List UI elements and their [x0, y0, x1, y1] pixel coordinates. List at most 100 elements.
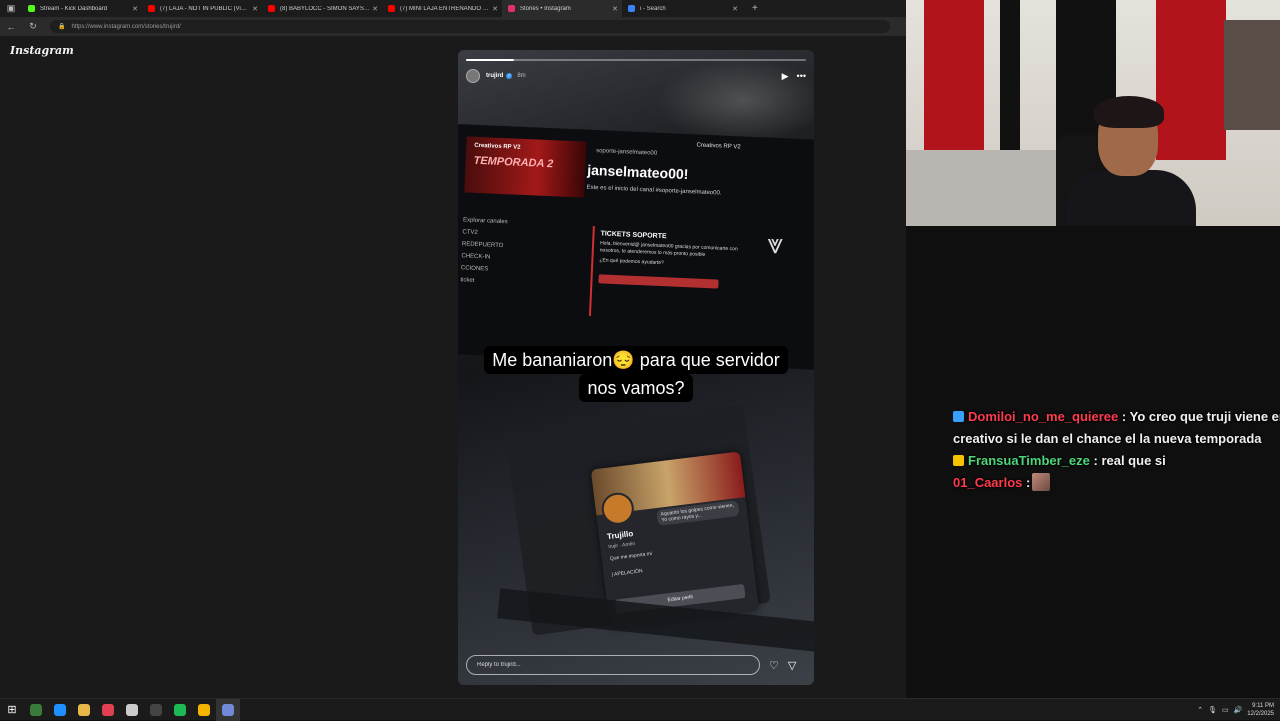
tab-title: (7) LAJA - NOT IN PUBLIC (Video: [160, 5, 250, 12]
browser-tab[interactable]: i - Search ✕: [622, 0, 742, 17]
play-icon[interactable]: ▶: [782, 71, 789, 82]
chevron-up-icon[interactable]: ⌃: [1197, 706, 1203, 714]
terminal-icon[interactable]: [24, 699, 48, 721]
tab-title: i - Search: [640, 5, 666, 12]
photo-ticket-button: [598, 274, 719, 289]
story-reply-bar: ♡ ▽: [466, 655, 806, 675]
photo-profile-bio: Que me importa mi: [609, 550, 653, 563]
caption-line-2: nos vamos?: [579, 374, 693, 402]
kick-icon: [28, 5, 35, 12]
chat-message: FransuaTimber_eze : real que si: [953, 450, 1280, 472]
close-tab-icon[interactable]: ✕: [250, 5, 260, 13]
webcam-curtain: [924, 0, 984, 160]
chrome-icon[interactable]: [192, 699, 216, 721]
lock-icon: 🔒: [58, 24, 66, 30]
obs-icon[interactable]: [144, 699, 168, 721]
window-menu-icon[interactable]: ▣: [0, 0, 22, 17]
photo-server-name: Creativos RP V2: [696, 142, 741, 151]
browser-tab[interactable]: Stories • Instagram ✕: [502, 0, 622, 17]
taskbar-app-glyph: [126, 703, 138, 716]
chat-text: : Yo creo que truji viene en: [1121, 409, 1280, 424]
instagram-logo[interactable]: Instagram: [10, 44, 74, 57]
instagram-icon: [508, 5, 515, 12]
story-progress-fill: [466, 59, 514, 61]
taskbar-app-glyph: [30, 703, 42, 716]
url-text: https://www.instagram.com/stories/trujir…: [71, 23, 181, 30]
youtube-icon: [388, 5, 395, 12]
photo-profile-handle: trujir · Amén: [608, 540, 636, 551]
close-tab-icon[interactable]: ✕: [490, 5, 500, 13]
microphone-icon[interactable]: 🎙: [1208, 706, 1217, 714]
reply-input[interactable]: [466, 655, 760, 675]
story-header: trujird ✓ 8m ▶ •••: [466, 69, 806, 83]
webcam-curtain: [1000, 0, 1020, 160]
story-avatar[interactable]: [466, 69, 480, 83]
photo-server-banner: Creativos RP V2 TEMPORADA 2: [464, 136, 587, 198]
close-tab-icon[interactable]: ✕: [610, 5, 620, 13]
discord-icon[interactable]: [216, 698, 240, 721]
browser-tab[interactable]: Stream - Kick Dashboard ✕: [22, 0, 142, 17]
caption-line-1: Me bananiaron😔 para que servidor: [484, 346, 788, 374]
close-tab-icon[interactable]: ✕: [730, 5, 740, 13]
windows-start-icon[interactable]: ⊞: [0, 703, 24, 716]
instagram-page: Instagram Creativos RP V2 Creativos RP V…: [0, 36, 906, 698]
tab-title: Stories • Instagram: [520, 5, 571, 12]
taskbar-app-glyph: [78, 703, 90, 716]
browser-tab[interactable]: (7) LAJA - NOT IN PUBLIC (Video ✕: [142, 0, 262, 17]
chat-badge-icon: [953, 455, 964, 466]
browser-tab[interactable]: (8) BABYLOCC - SIMON SAYS (M ✕: [262, 0, 382, 17]
close-tab-icon[interactable]: ✕: [370, 5, 380, 13]
address-bar[interactable]: 🔒 https://www.instagram.com/stories/truj…: [50, 20, 890, 33]
new-tab-button[interactable]: +: [752, 3, 758, 14]
chat-text: : real que si: [1093, 453, 1166, 468]
g-logo-icon: ⩔: [767, 228, 783, 259]
chat-text: :: [1026, 475, 1031, 490]
heart-icon[interactable]: ♡: [769, 659, 779, 672]
close-tab-icon[interactable]: ✕: [130, 5, 140, 13]
taskbar-app-glyph: [222, 703, 234, 716]
browser-navbar: ← ↻ 🔒 https://www.instagram.com/stories/…: [0, 17, 906, 36]
pen-icon[interactable]: [120, 699, 144, 721]
photo-profile-name: Trujillo: [606, 529, 634, 542]
story-timestamp: 8m: [517, 73, 526, 79]
photo-channel-subtitle: Este es el inicio del canal #soporte-jan…: [586, 184, 722, 197]
taskbar-apps: [24, 698, 240, 721]
valorant-icon[interactable]: [96, 699, 120, 721]
network-icon[interactable]: ▭: [1222, 706, 1229, 714]
browser-tab[interactable]: (7) MINI LAJA ENTRENANDO PA ✕: [382, 0, 502, 17]
photo-ticket-card: TICKETS SOPORTE Hola, bienvenid@ janselm…: [588, 226, 743, 323]
clock-date: 12/2/2025: [1247, 710, 1274, 717]
story-username[interactable]: trujird: [486, 73, 503, 79]
send-icon[interactable]: ▽: [788, 659, 796, 672]
edge-icon[interactable]: [48, 699, 72, 721]
webcam-streamer-cap: [1094, 96, 1164, 128]
webcam-streamer-body: [1066, 170, 1196, 226]
windows-taskbar: ⊞ ⌃ 🎙 ▭ 🔊 9:11 PM 12/2/2025: [0, 698, 1280, 721]
chat-emote-icon: [1032, 473, 1051, 491]
reload-button[interactable]: ↻: [22, 21, 44, 32]
back-button[interactable]: ←: [0, 22, 22, 32]
story-progress-bar: [466, 59, 806, 61]
tab-title: (8) BABYLOCC - SIMON SAYS (M: [280, 5, 370, 12]
chat-username: FransuaTimber_eze: [968, 453, 1090, 468]
browser-tab-strip: ▣ Stream - Kick Dashboard ✕ (7) LAJA - NOT…: [0, 0, 906, 17]
chat-username: 01_Caarlos: [953, 475, 1023, 490]
spotify-icon[interactable]: [168, 699, 192, 721]
taskbar-app-glyph: [102, 703, 114, 716]
chat-username: Domiloi_no_me_quieree: [968, 409, 1119, 424]
taskbar-app-glyph: [150, 703, 162, 716]
clock-time: 9:11 PM: [1252, 702, 1274, 709]
tab-title: Stream - Kick Dashboard: [40, 5, 108, 12]
story-viewer[interactable]: Creativos RP V2 Creativos RP V2 TEMPORAD…: [458, 50, 814, 685]
taskbar-clock[interactable]: 9:11 PM 12/2/2025: [1247, 702, 1274, 718]
chat-message: creativo si le dan el chance el la nueva…: [953, 428, 1280, 450]
photo-sidebar-list: Explorar canales CTV2 REDEPUERTO CHECK-IN CC…: [460, 214, 563, 290]
photo-banner-season: TEMPORADA 2: [473, 154, 554, 171]
file-explorer-icon[interactable]: [72, 699, 96, 721]
more-options-icon[interactable]: •••: [797, 71, 806, 82]
taskbar-app-glyph: [174, 703, 186, 716]
tab-title: (7) MINI LAJA ENTRENANDO PA: [400, 5, 490, 12]
photo-banner-title: Creativos RP V2: [474, 142, 521, 151]
chat-message: 01_Caarlos :: [953, 472, 1280, 494]
volume-icon[interactable]: 🔊: [1234, 706, 1243, 714]
